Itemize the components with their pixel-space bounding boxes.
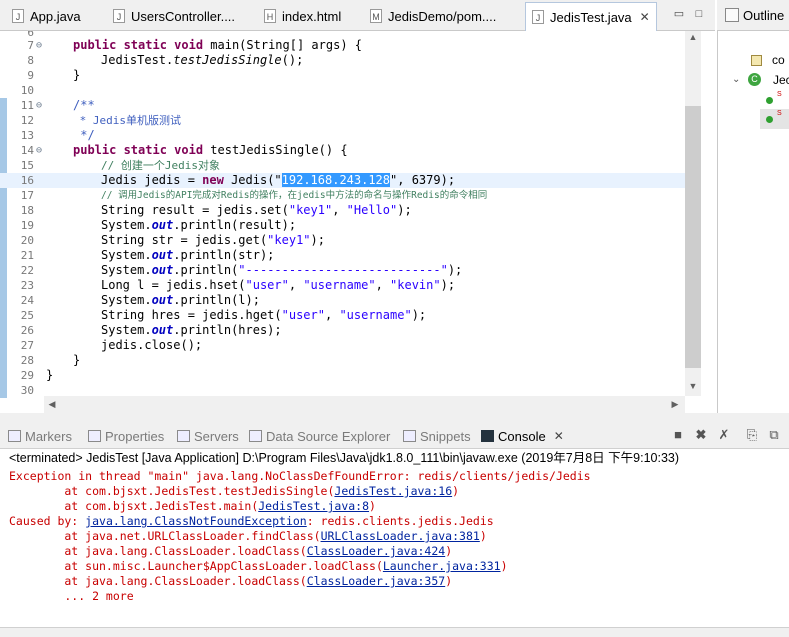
code-line: 17// 调用Jedis的API完成对Redis的操作，在jedis中方法的命名…: [20, 189, 488, 202]
exception-link[interactable]: java.lang.ClassNotFoundException: [85, 514, 307, 528]
scroll-left-icon[interactable]: ◀: [44, 399, 60, 410]
stacktrace-link[interactable]: JedisTest.java:16: [334, 484, 452, 498]
scroll-lock-icon[interactable]: ⎘: [744, 427, 760, 443]
terminate-icon[interactable]: ■: [670, 427, 686, 443]
console-line: at java.net.URLClassLoader.findClass(URL…: [9, 529, 487, 543]
console-line: at java.lang.ClassLoader.loadClass(Class…: [9, 574, 453, 588]
view-separator: [0, 413, 789, 422]
code-line: 15// 创建一个Jedis对象: [20, 159, 220, 172]
close-icon[interactable]: ✕: [640, 10, 650, 24]
console-line: at java.lang.ClassLoader.loadClass(Class…: [9, 544, 453, 558]
fold-icon: ⊖: [35, 145, 43, 156]
remove-launch-icon[interactable]: ✖: [693, 427, 709, 443]
code-line: 12 * Jedis单机版测试: [20, 114, 181, 127]
code-line: 27 jedis.close();: [20, 338, 203, 352]
code-line: 26 System.out.println(hres);: [20, 323, 282, 337]
console-line: Caused by: java.lang.ClassNotFoundExcept…: [9, 514, 494, 528]
package-icon: [751, 55, 762, 66]
outline-selected-row[interactable]: [760, 109, 789, 129]
stacktrace-link[interactable]: JedisTest.java:8: [258, 499, 369, 513]
class-icon: C: [748, 73, 761, 86]
close-icon[interactable]: ✕: [554, 429, 564, 443]
code-line: 18 String result = jedis.set("key1", "Hel…: [20, 203, 412, 217]
tab-users-controller[interactable]: J UsersController....: [107, 4, 257, 28]
editor-scroll-thumb[interactable]: [685, 106, 701, 368]
code-line: 25 String hres = jedis.hget("user", "user…: [20, 308, 427, 322]
terminated-process-label: <terminated> JedisTest [Java Application…: [9, 451, 680, 465]
html-file-icon: H: [264, 9, 276, 23]
outline-title[interactable]: Outline: [743, 8, 784, 23]
tab-jedistest-java[interactable]: J JedisTest.java ✕: [525, 2, 657, 31]
tab-snippets[interactable]: Snippets: [403, 427, 471, 445]
outline-item-package[interactable]: co: [772, 53, 785, 67]
code-line: 22 System.out.println("------------------…: [20, 263, 463, 277]
properties-icon: [88, 430, 101, 442]
java-file-icon: J: [532, 10, 544, 24]
scroll-right-icon[interactable]: ▶: [667, 399, 683, 410]
method-icon[interactable]: [766, 97, 773, 104]
console-line: at com.bjsxt.JedisTest.testJedisSingle(J…: [9, 484, 460, 498]
tab-data-source-explorer[interactable]: Data Source Explorer: [249, 427, 390, 445]
selected-text[interactable]: 192.168.243.128: [281, 173, 391, 187]
java-file-icon: J: [12, 9, 24, 23]
remove-all-icon[interactable]: ✗: [716, 427, 732, 443]
stacktrace-link[interactable]: ClassLoader.java:357: [307, 574, 445, 588]
code-line: 11 ⊖/**: [20, 98, 95, 112]
code-line: 10: [20, 84, 34, 97]
snippets-icon: [403, 430, 416, 442]
code-editor[interactable]: 6 7 ⊖ public static void main(String[] arg…: [0, 31, 700, 413]
console-icon: [481, 430, 494, 442]
tab-index-html[interactable]: H index.html: [258, 4, 363, 28]
code-line: 20 String str = jedis.get("key1");: [20, 233, 325, 247]
static-marker-icon: S: [777, 91, 782, 98]
markers-icon: [8, 430, 21, 442]
code-line: 8 JedisTest.testJedisSingle();: [27, 53, 304, 67]
code-line: 9}: [27, 68, 81, 82]
chevron-down-icon[interactable]: ⌄: [732, 74, 740, 85]
scroll-up-icon[interactable]: ▲: [685, 32, 701, 42]
method-icon: [766, 116, 773, 123]
maximize-icon[interactable]: □: [692, 8, 706, 20]
code-line: 19 System.out.println(result);: [20, 218, 297, 232]
code-line: 21 System.out.println(str);: [20, 248, 275, 262]
outline-item-class[interactable]: Jec: [773, 73, 789, 87]
code-line: 24 System.out.println(l);: [20, 293, 260, 307]
static-marker-icon: S: [777, 110, 782, 117]
stacktrace-link[interactable]: ClassLoader.java:424: [307, 544, 445, 558]
scroll-down-icon[interactable]: ▼: [685, 381, 701, 391]
bottom-view-tab-bar: Markers Properties Servers Data Source E…: [0, 422, 789, 449]
console-line: at sun.misc.Launcher$AppClassLoader.load…: [9, 559, 508, 573]
minimize-icon[interactable]: ▭: [672, 8, 686, 20]
fold-icon: ⊖: [35, 40, 43, 51]
code-line: 7 ⊖ public static void main(String[] args)…: [27, 38, 362, 52]
tab-markers[interactable]: Markers: [8, 427, 72, 445]
code-line: 13 */: [20, 128, 95, 142]
database-icon: [249, 430, 262, 442]
tab-pom-xml[interactable]: M JedisDemo/pom....: [364, 4, 524, 28]
stacktrace-link[interactable]: URLClassLoader.java:381: [321, 529, 480, 543]
console-line: Exception in thread "main" java.lang.NoC…: [9, 469, 591, 483]
editor-horizontal-scrollbar[interactable]: ◀ ▶: [44, 396, 685, 413]
java-file-icon: J: [113, 9, 125, 23]
stacktrace-link[interactable]: Launcher.java:331: [383, 559, 501, 573]
tab-properties[interactable]: Properties: [88, 427, 164, 445]
console-output[interactable]: Exception in thread "main" java.lang.NoC…: [0, 467, 789, 627]
code-line: 29}: [20, 368, 54, 382]
maven-pom-icon: M: [370, 9, 382, 23]
tab-console[interactable]: Console ✕: [481, 427, 564, 445]
servers-icon: [177, 430, 190, 442]
code-line: 14 ⊖ public static void testJedisSingle() …: [20, 143, 348, 157]
code-line: 23 Long l = jedis.hset("user", "username"…: [20, 278, 456, 292]
outline-header: Outline: [717, 0, 789, 31]
tab-app-java[interactable]: J App.java: [6, 4, 106, 28]
fold-icon: ⊖: [35, 100, 43, 111]
outline-icon: [725, 8, 739, 22]
pin-console-icon[interactable]: ⧉: [766, 427, 782, 443]
console-line: at com.bjsxt.JedisTest.main(JedisTest.ja…: [9, 499, 376, 513]
console-line: ... 2 more: [9, 589, 134, 603]
current-code-line: 16 Jedis jedis = new Jedis("192.168.243.1…: [0, 173, 685, 188]
tab-servers[interactable]: Servers: [177, 427, 239, 445]
editor-tab-bar: J App.java J UsersController.... H index…: [0, 0, 715, 31]
code-line: 28}: [20, 353, 81, 367]
